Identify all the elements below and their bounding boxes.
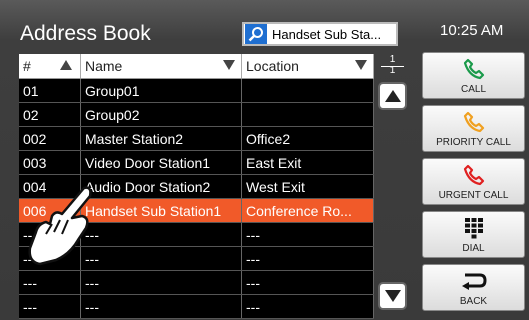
page-divider: [381, 66, 404, 67]
page-title: Address Book: [20, 22, 151, 45]
clock: 10:25 AM: [440, 22, 504, 39]
table-row[interactable]: ---------: [19, 271, 374, 295]
phone-icon: [463, 56, 485, 82]
triangle-down-icon: [384, 290, 401, 302]
search-value: Handset Sub Sta...: [272, 26, 382, 42]
call-button[interactable]: CALL: [422, 52, 525, 99]
dial-label: DIAL: [462, 243, 485, 254]
touch-hand-icon: [28, 186, 92, 266]
back-label: BACK: [459, 296, 488, 307]
table-header: # Name Location: [19, 54, 374, 79]
action-panel: CALL PRIORITY CALL URGENT CALL DIAL BACK: [422, 52, 525, 317]
table-row[interactable]: 003 Video Door Station1 East Exit: [19, 151, 374, 175]
column-header-name[interactable]: Name: [81, 54, 242, 78]
dial-button[interactable]: DIAL: [422, 211, 525, 258]
page-current: 1: [389, 54, 396, 65]
back-button[interactable]: BACK: [422, 264, 525, 311]
urgent-phone-icon: [463, 162, 485, 188]
triangle-up-icon: [384, 90, 401, 102]
sort-dropdown-icon: [223, 60, 235, 70]
keypad-icon: [464, 215, 484, 241]
table-row[interactable]: ---------: [19, 295, 374, 319]
back-arrow-icon: [461, 268, 487, 294]
search-field[interactable]: Handset Sub Sta...: [242, 22, 398, 46]
priority-call-label: PRIORITY CALL: [436, 137, 511, 148]
scroll-down-button[interactable]: [378, 282, 407, 310]
column-header-number[interactable]: #: [19, 54, 81, 78]
table-row[interactable]: 02 Group02: [19, 103, 374, 127]
table-row[interactable]: 002 Master Station2 Office2: [19, 127, 374, 151]
scroll-up-button[interactable]: [378, 82, 407, 110]
sort-dropdown-icon: [355, 60, 367, 70]
scroll-controls: 1 1: [375, 54, 410, 310]
call-label: CALL: [460, 84, 486, 95]
urgent-call-label: URGENT CALL: [438, 190, 509, 201]
sort-ascending-icon: [60, 60, 72, 70]
page-indicator: 1 1: [375, 54, 410, 80]
urgent-call-button[interactable]: URGENT CALL: [422, 158, 525, 205]
column-header-location[interactable]: Location: [242, 54, 374, 78]
table-row[interactable]: 01 Group01: [19, 79, 374, 103]
priority-call-button[interactable]: PRIORITY CALL: [422, 105, 525, 152]
screen: Address Book Handset Sub Sta... 10:25 AM…: [0, 0, 529, 320]
priority-phone-icon: [463, 109, 485, 135]
search-icon[interactable]: [245, 24, 267, 44]
